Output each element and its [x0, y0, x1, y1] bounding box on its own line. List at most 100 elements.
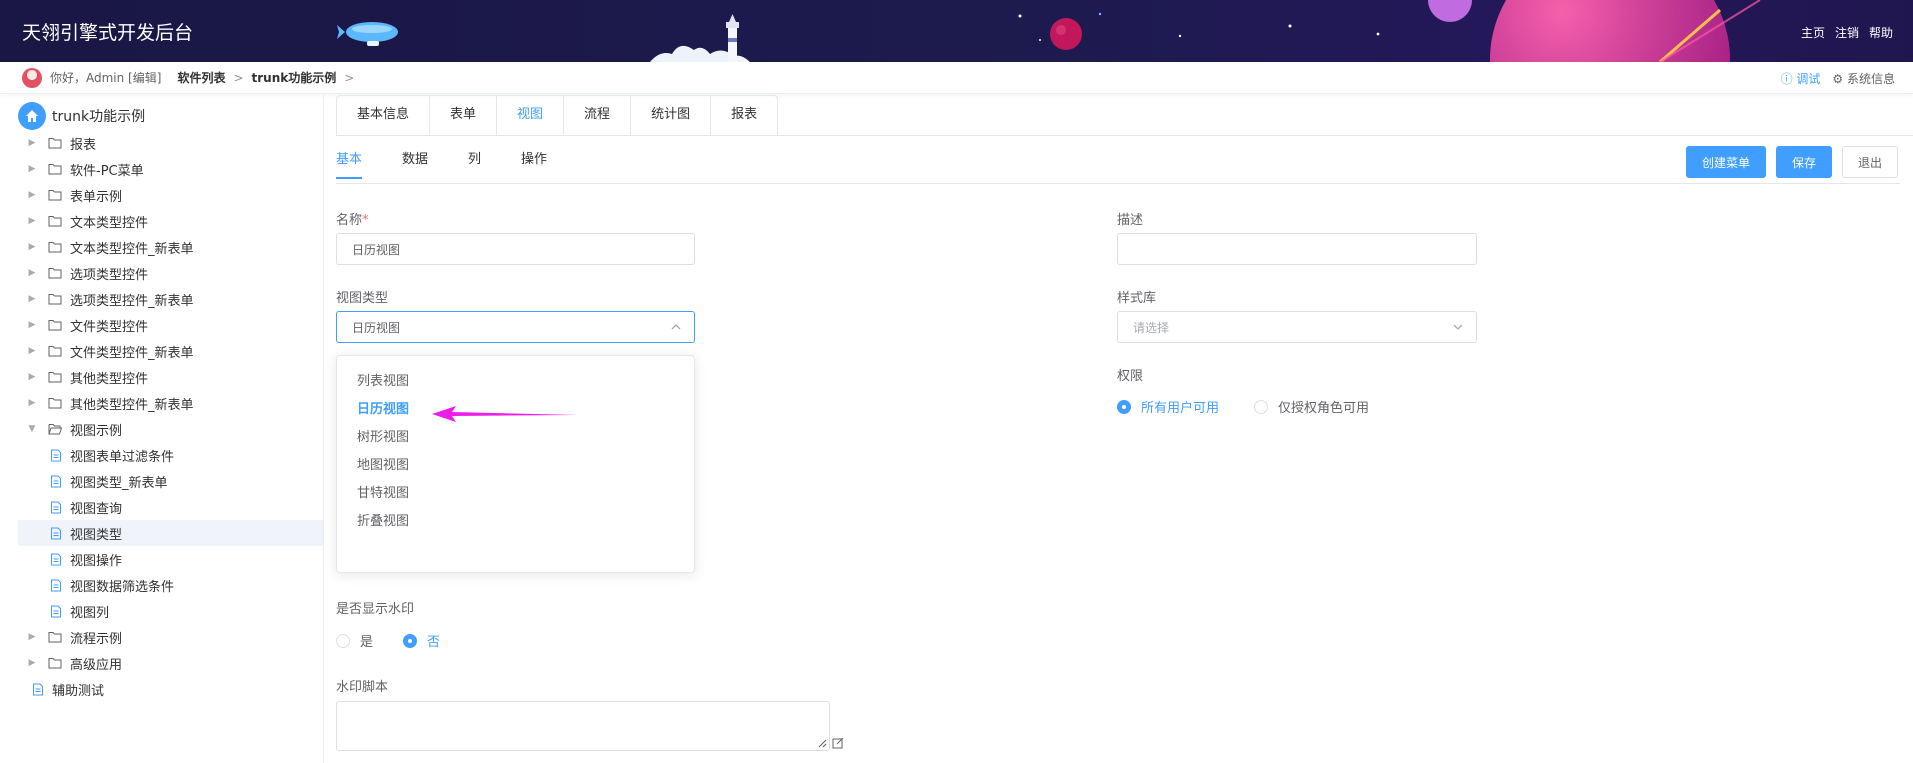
- view-type-label: 视图类型: [336, 291, 389, 306]
- sidebar-item-label: 选项类型控件_新表单: [70, 293, 194, 309]
- exit-button[interactable]: 退出: [1842, 146, 1898, 178]
- style-lib-select[interactable]: 请选择: [1117, 311, 1477, 343]
- sidebar-item-4[interactable]: ▶ 文本类型控件_新表单: [18, 234, 323, 260]
- subtab-1[interactable]: 数据: [402, 148, 428, 179]
- sidebar-item-9[interactable]: ▶ 其他类型控件: [18, 364, 323, 390]
- sidebar-item-20[interactable]: ▶ 高级应用: [18, 650, 323, 676]
- resize-handle-icon[interactable]: [817, 738, 827, 748]
- sidebar-item-2[interactable]: ▶ 表单示例: [18, 182, 323, 208]
- edit-icon[interactable]: [832, 737, 844, 749]
- document-icon: [50, 449, 62, 462]
- caret-right-icon[interactable]: ▶: [26, 346, 38, 356]
- lighthouse-icon: [650, 14, 750, 62]
- tab-1[interactable]: 表单: [430, 96, 498, 135]
- sidebar-item-7[interactable]: ▶ 文件类型控件: [18, 312, 323, 338]
- sidebar-item-16[interactable]: 视图操作: [18, 546, 323, 572]
- sidebar-item-19[interactable]: ▶ 流程示例: [18, 624, 323, 650]
- view-type-dropdown: 列表视图日历视图树形视图地图视图甘特视图折叠视图: [336, 355, 695, 573]
- tab-4[interactable]: 统计图: [631, 96, 712, 135]
- caret-right-icon[interactable]: ▶: [26, 658, 38, 668]
- sidebar-item-18[interactable]: 视图列: [18, 598, 323, 624]
- dropdown-option-0[interactable]: 列表视图: [357, 370, 409, 389]
- watermark-radio-yes[interactable]: 是: [336, 631, 373, 650]
- sidebar-item-label: 文件类型控件_新表单: [70, 345, 194, 361]
- sidebar-item-15[interactable]: 视图类型: [18, 520, 323, 546]
- sidebar-item-6[interactable]: ▶ 选项类型控件_新表单: [18, 286, 323, 312]
- home-link[interactable]: 主页: [1801, 24, 1825, 41]
- tabs-divider: [336, 135, 1913, 136]
- sidebar-item-21[interactable]: 辅助测试: [18, 676, 323, 702]
- caret-right-icon[interactable]: ▶: [26, 372, 38, 382]
- tree-root[interactable]: trunk功能示例: [18, 102, 145, 130]
- caret-right-icon[interactable]: ▶: [26, 190, 38, 200]
- caret-right-icon[interactable]: ▶: [26, 294, 38, 304]
- sidebar-item-13[interactable]: 视图类型_新表单: [18, 468, 323, 494]
- dropdown-option-5[interactable]: 折叠视图: [357, 510, 409, 529]
- sidebar-item-8[interactable]: ▶ 文件类型控件_新表单: [18, 338, 323, 364]
- subtab-0[interactable]: 基本: [336, 148, 363, 179]
- sidebar-item-12[interactable]: 视图表单过滤条件: [18, 442, 323, 468]
- perm-radio-all[interactable]: 所有用户可用: [1117, 397, 1219, 416]
- caret-right-icon[interactable]: ▶: [26, 268, 38, 278]
- sidebar-item-3[interactable]: ▶ 文本类型控件: [18, 208, 323, 234]
- sidebar-item-10[interactable]: ▶ 其他类型控件_新表单: [18, 390, 323, 416]
- caret-right-icon[interactable]: ▶: [26, 164, 38, 174]
- subtabs-divider: [336, 183, 1900, 184]
- watermark-script-textarea[interactable]: [336, 701, 830, 751]
- tree-root-label: trunk功能示例: [52, 109, 146, 125]
- folder-icon: [48, 319, 62, 331]
- sidebar-item-14[interactable]: 视图查询: [18, 494, 323, 520]
- breadcrumb-current-app[interactable]: trunk功能示例: [252, 69, 337, 86]
- document-icon: [50, 501, 62, 514]
- caret-right-icon[interactable]: ▶: [26, 242, 38, 252]
- sidebar-item-label: 视图操作: [70, 553, 123, 569]
- create-menu-button[interactable]: 创建菜单: [1686, 146, 1766, 178]
- perm-option-all: 所有用户可用: [1141, 401, 1220, 416]
- folder-icon: [48, 631, 62, 643]
- document-icon: [32, 683, 44, 696]
- sidebar-item-label: 视图查询: [70, 501, 123, 517]
- sysinfo-link[interactable]: ⚙ 系统信息: [1832, 70, 1895, 87]
- caret-down-icon[interactable]: ▼: [26, 424, 38, 434]
- document-icon: [50, 579, 62, 592]
- tab-3[interactable]: 流程: [564, 96, 632, 135]
- avatar[interactable]: [22, 67, 42, 88]
- sidebar-item-11[interactable]: ▼ 视图示例: [18, 416, 323, 442]
- dropdown-option-4[interactable]: 甘特视图: [357, 482, 409, 501]
- caret-right-icon[interactable]: ▶: [26, 632, 38, 642]
- sidebar-item-label: 表单示例: [70, 189, 123, 205]
- sidebar-item-1[interactable]: ▶ 软件-PC菜单: [18, 156, 323, 182]
- view-type-select[interactable]: 日历视图: [336, 311, 695, 343]
- logout-link[interactable]: 注销: [1835, 24, 1859, 41]
- dropdown-option-3[interactable]: 地图视图: [357, 454, 409, 473]
- desc-input[interactable]: [1117, 233, 1477, 265]
- perm-radio-authorized[interactable]: 仅授权角色可用: [1254, 397, 1369, 416]
- chevron-right-icon: >: [344, 70, 355, 85]
- sidebar-item-label: 其他类型控件: [70, 371, 149, 387]
- gear-icon: ⚙: [1832, 72, 1847, 86]
- radio-checked-icon: [1117, 399, 1131, 414]
- help-link[interactable]: 帮助: [1869, 24, 1893, 41]
- debug-link[interactable]: ⓘ 调试: [1781, 70, 1821, 87]
- breadcrumb-software-list[interactable]: 软件列表: [177, 69, 225, 86]
- sidebar-item-0[interactable]: ▶ 报表: [18, 130, 323, 156]
- save-button[interactable]: 保存: [1776, 146, 1832, 178]
- caret-right-icon[interactable]: ▶: [26, 216, 38, 226]
- subtab-3[interactable]: 操作: [521, 148, 547, 179]
- folder-icon: [48, 137, 62, 149]
- tab-0[interactable]: 基本信息: [337, 96, 431, 135]
- subtab-2[interactable]: 列: [468, 148, 481, 179]
- watermark-radio-no[interactable]: 否: [403, 631, 440, 650]
- dropdown-option-1[interactable]: 日历视图: [357, 398, 409, 417]
- tab-2[interactable]: 视图: [497, 96, 565, 135]
- sidebar-item-17[interactable]: 视图数据筛选条件: [18, 572, 323, 598]
- name-input[interactable]: 日历视图: [336, 233, 695, 265]
- tab-5[interactable]: 报表: [711, 96, 777, 135]
- caret-right-icon[interactable]: ▶: [26, 320, 38, 330]
- sidebar-item-5[interactable]: ▶ 选项类型控件: [18, 260, 323, 286]
- user-greeting[interactable]: 你好，Admin [编辑]: [50, 69, 161, 86]
- folder-icon: [48, 293, 62, 305]
- caret-right-icon[interactable]: ▶: [26, 138, 38, 148]
- dropdown-option-2[interactable]: 树形视图: [357, 426, 409, 445]
- caret-right-icon[interactable]: ▶: [26, 398, 38, 408]
